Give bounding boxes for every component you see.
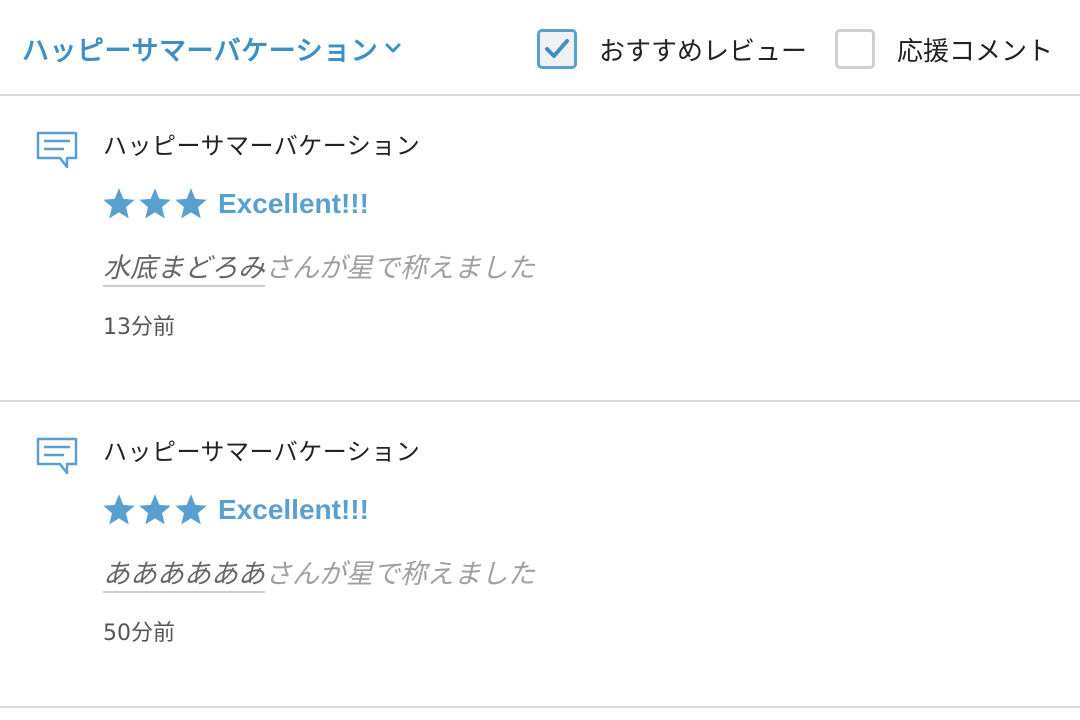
- filter-support-comments[interactable]: 応援コメント: [835, 27, 1053, 71]
- star-icon: [175, 494, 207, 525]
- work-selector-label: ハッピーサマーバケーション: [22, 35, 379, 67]
- checkmark-icon: [545, 39, 569, 58]
- rating-label: Excellent!!!: [218, 494, 369, 525]
- rating-label: Excellent!!!: [218, 188, 369, 219]
- timestamp: 50分前: [103, 621, 175, 646]
- star-icon: [103, 188, 135, 219]
- praise-line: ああああああさんが星で称えました: [103, 552, 535, 593]
- timestamp: 13分前: [103, 315, 175, 340]
- rating: Excellent!!!: [101, 490, 369, 530]
- support-comments-label: 応援コメント: [897, 36, 1054, 67]
- star-icon: [175, 188, 207, 219]
- user-link[interactable]: ああああああ: [103, 559, 265, 593]
- recommended-reviews-label: おすすめレビュー: [599, 36, 808, 67]
- work-title[interactable]: ハッピーサマーバケーション: [103, 432, 420, 467]
- chevron-down-icon: [385, 43, 401, 53]
- list-item[interactable]: ハッピーサマーバケーション Excellent!!! 水底まどろみさんが星で称え…: [0, 96, 1080, 402]
- rating: Excellent!!!: [101, 184, 369, 224]
- support-comments-checkbox[interactable]: [835, 29, 875, 69]
- user-link[interactable]: 水底まどろみ: [103, 253, 265, 287]
- star-icon: [103, 494, 135, 525]
- star-icon: [139, 494, 171, 525]
- praise-text: さんが星で称えました: [265, 253, 535, 284]
- praise-line: 水底まどろみさんが星で称えました: [103, 246, 535, 287]
- header: ハッピーサマーバケーション おすすめレビュー 応援コメント: [0, 0, 1080, 96]
- filter-recommended-reviews[interactable]: おすすめレビュー: [537, 27, 807, 71]
- work-title[interactable]: ハッピーサマーバケーション: [103, 126, 420, 161]
- recommended-reviews-checkbox[interactable]: [537, 29, 577, 69]
- list-item[interactable]: ハッピーサマーバケーション Excellent!!! ああああああさんが星で称え…: [0, 402, 1080, 708]
- praise-text: さんが星で称えました: [265, 559, 535, 590]
- comment-icon: [36, 437, 78, 475]
- comment-icon: [36, 131, 78, 169]
- work-selector-dropdown[interactable]: ハッピーサマーバケーション: [22, 28, 402, 68]
- star-icon: [139, 188, 171, 219]
